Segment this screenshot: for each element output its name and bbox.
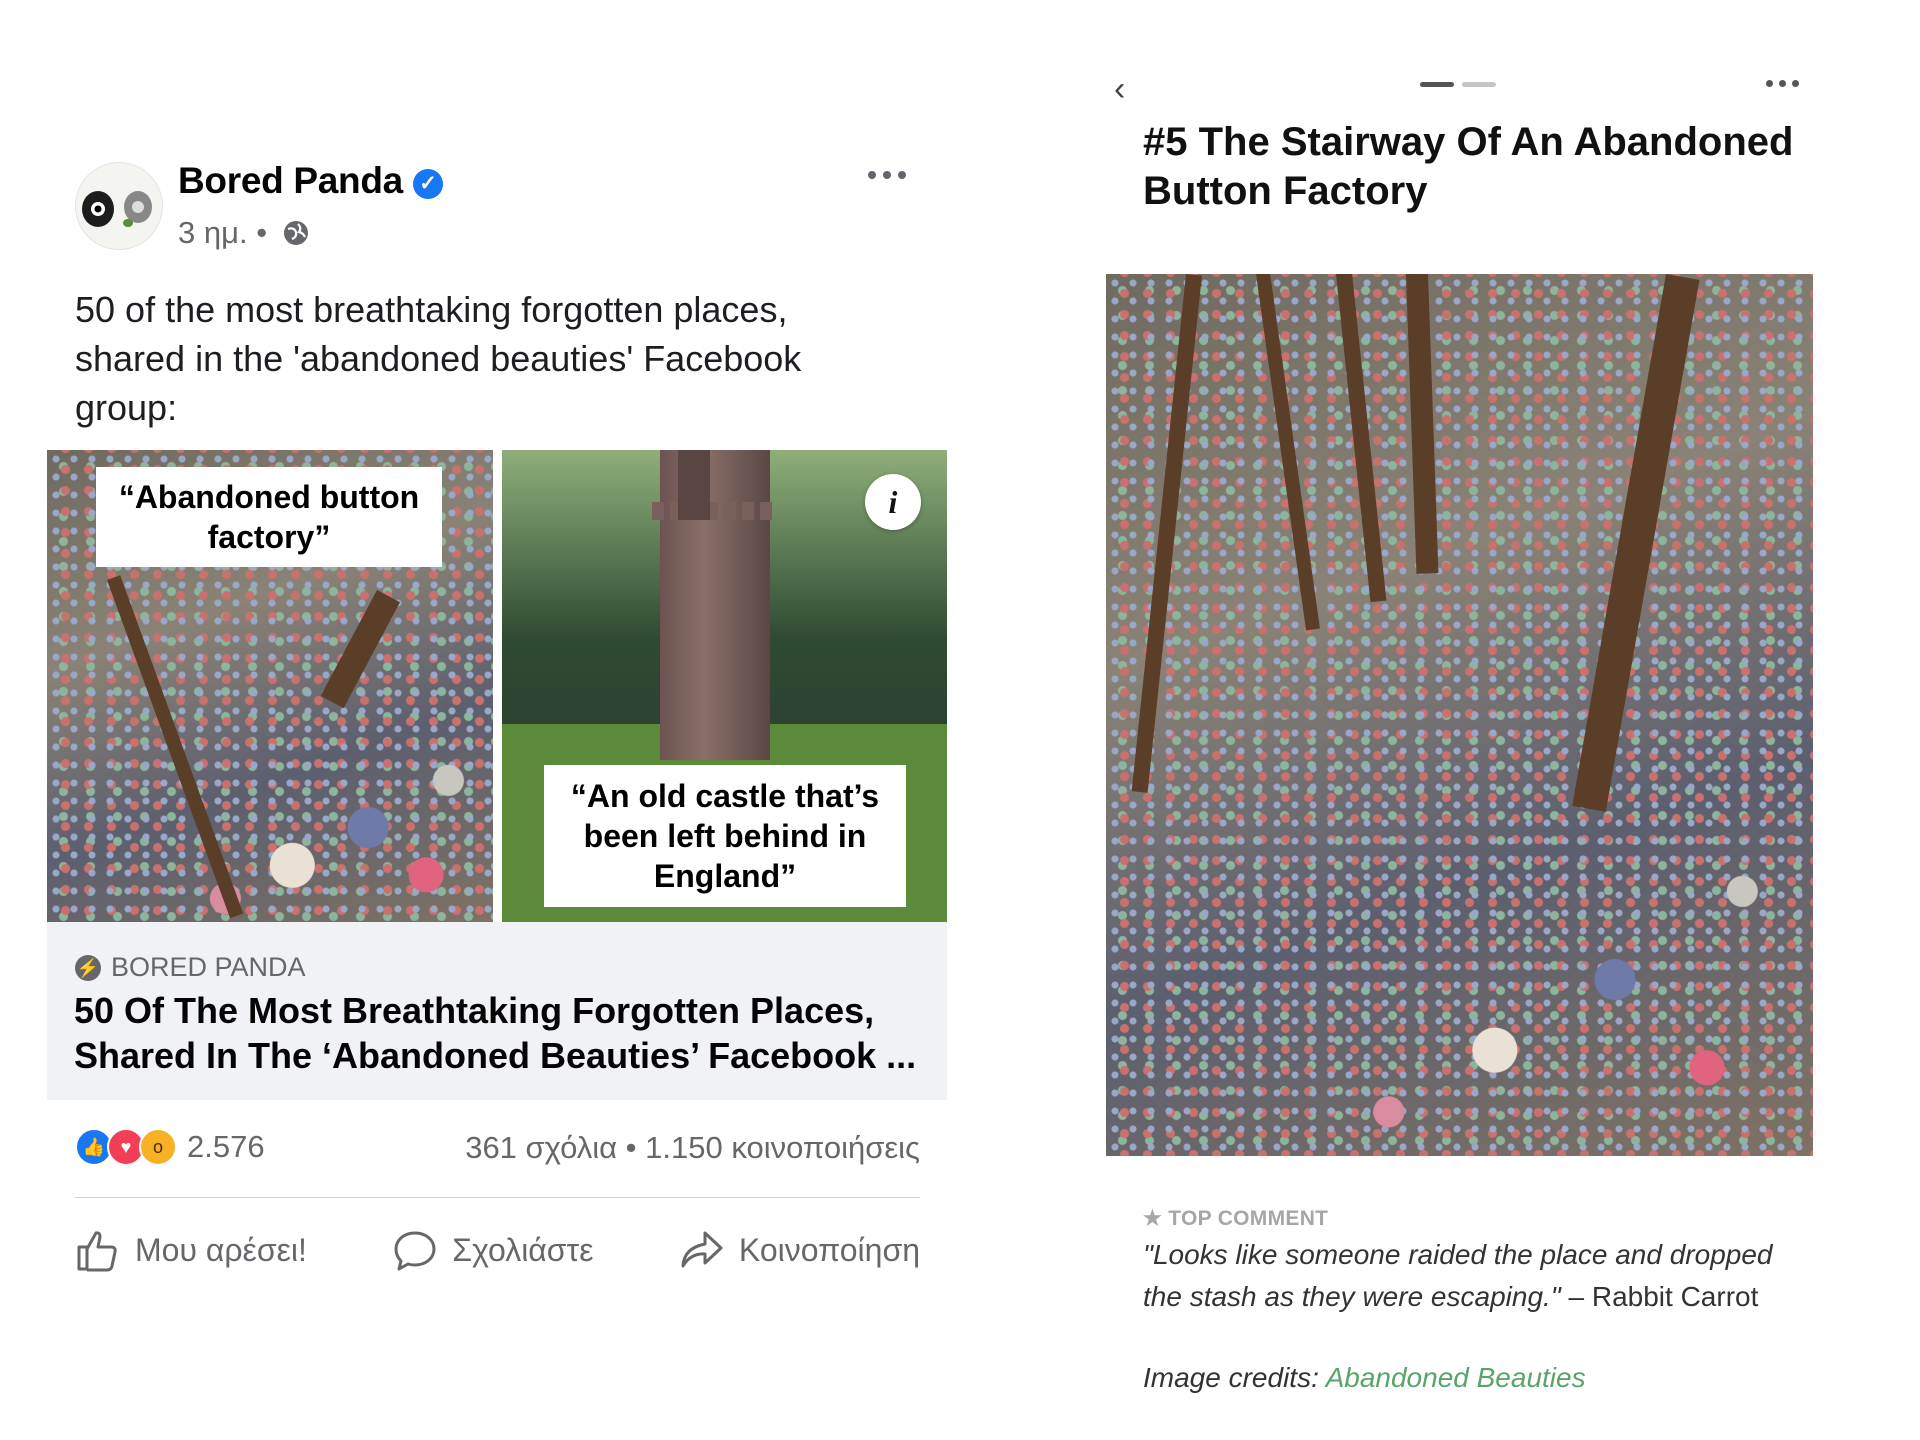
avatar[interactable] (75, 162, 163, 250)
share-label: Κοινοποίηση (738, 1231, 920, 1268)
link-source: ⚡ BORED PANDA (75, 952, 306, 983)
castle-image[interactable]: i “An old castle that’s been left behind… (502, 450, 947, 922)
post-time[interactable]: 3 ημ. (178, 215, 248, 250)
panda-logo-icon (76, 163, 162, 249)
globe-icon (282, 219, 310, 255)
instant-article-icon: ⚡ (75, 954, 101, 981)
post-actions: Μου αρέσει! Σχολιάστε Κοινοποίηση (75, 1220, 920, 1280)
image-overlay-caption: “Abandoned button factory” (96, 467, 442, 567)
share-button[interactable]: Κοινοποίηση (679, 1227, 920, 1273)
page-indicator (1420, 82, 1496, 87)
castle-tower (652, 450, 778, 760)
comment-label: Σχολιάστε (452, 1231, 594, 1268)
article-view: ‹ #5 The Stairway Of An Abandoned Button… (1070, 0, 1920, 1440)
reaction-count: 2.576 (187, 1129, 265, 1164)
engagement-stats[interactable]: 361 σχόλια • 1.150 κοινοποιήσεις (440, 1130, 920, 1166)
wow-reaction-icon: o (139, 1128, 177, 1166)
stair-rail (1256, 274, 1320, 631)
button-factory-image[interactable]: “Abandoned button factory” (47, 450, 493, 922)
button-factory-stairway-image[interactable] (1106, 274, 1813, 1156)
more-options-icon[interactable] (1766, 80, 1799, 87)
credits-link[interactable]: Abandoned Beauties (1326, 1362, 1586, 1393)
stair-post (1406, 274, 1439, 574)
reactions-summary[interactable]: 👍 ♥ o 2.576 (75, 1128, 265, 1166)
like-label: Μου αρέσει! (135, 1231, 307, 1268)
stair-post (1572, 274, 1700, 812)
info-icon[interactable]: i (865, 474, 921, 530)
post-caption: 50 of the most breathtaking forgotten pl… (75, 289, 802, 428)
facebook-post: Bored Panda ✓ 3 ημ. • 50 of the most brea… (0, 0, 1010, 1440)
image-gallery: “Abandoned button factory” i “An old cas… (47, 450, 947, 922)
stair-post (320, 590, 400, 709)
like-button[interactable]: Μου αρέσει! (75, 1227, 307, 1273)
stair-rail (1336, 274, 1387, 603)
link-title[interactable]: 50 Of The Most Breathtaking Forgotten Pl… (74, 988, 934, 1078)
divider (75, 1197, 920, 1198)
top-comment: "Looks like someone raided the place and… (1143, 1234, 1793, 1318)
link-preview[interactable]: ⚡ BORED PANDA 50 Of The Most Breathtakin… (47, 922, 947, 1100)
comment-button[interactable]: Σχολιάστε (392, 1227, 593, 1273)
comment-bubble-icon (394, 1231, 436, 1271)
thumbs-up-icon (77, 1231, 117, 1272)
post-meta: 3 ημ. • (178, 215, 310, 255)
share-arrow-icon (681, 1231, 723, 1268)
top-comment-label: ★ TOP COMMENT (1143, 1207, 1329, 1230)
comment-author: – Rabbit Carrot (1560, 1281, 1759, 1312)
back-chevron-icon[interactable]: ‹ (1114, 70, 1125, 109)
meta-separator: • (256, 215, 268, 250)
stair-rail (107, 575, 244, 919)
link-source-text: BORED PANDA (111, 952, 306, 982)
author-name-text[interactable]: Bored Panda (178, 160, 403, 201)
article-title: #5 The Stairway Of An Abandoned Button F… (1143, 120, 1794, 213)
credits-label: Image credits: (1143, 1362, 1326, 1393)
author-name[interactable]: Bored Panda ✓ (178, 160, 443, 202)
verified-badge-icon: ✓ (412, 169, 443, 199)
image-overlay-caption: “An old castle that’s been left behind i… (544, 765, 906, 907)
stair-rail (1131, 274, 1202, 793)
post-options-icon[interactable] (868, 160, 918, 190)
image-credits: Image credits: Abandoned Beauties (1143, 1362, 1586, 1394)
